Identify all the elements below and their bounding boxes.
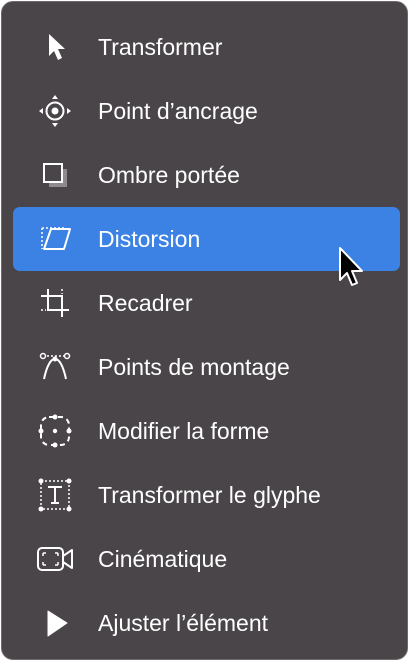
menu-item-modifier-la-forme[interactable]: Modifier la forme bbox=[13, 399, 400, 463]
edit-shape-icon bbox=[35, 411, 75, 451]
menu-item-label: Points de montage bbox=[98, 354, 290, 380]
drop-shadow-icon bbox=[35, 155, 75, 195]
menu-item-label: Transformer bbox=[98, 34, 223, 60]
transform-tools-menu: Transformer Point d’ancrage Ombre portée bbox=[1, 1, 408, 660]
menu-item-cinematique[interactable]: Cinématique bbox=[13, 527, 400, 591]
edit-points-icon bbox=[35, 347, 75, 387]
adjust-item-icon bbox=[35, 603, 75, 643]
menu-item-label: Ajuster l’élément bbox=[98, 610, 269, 636]
transform-glyph-icon bbox=[35, 475, 75, 515]
menu-item-ombre-portee[interactable]: Ombre portée bbox=[13, 143, 400, 207]
menu-item-label: Recadrer bbox=[98, 290, 193, 316]
crop-icon bbox=[35, 283, 75, 323]
ken-burns-icon bbox=[35, 539, 75, 579]
menu-item-label: Ombre portée bbox=[98, 162, 240, 188]
menu-item-label: Point d’ancrage bbox=[98, 98, 258, 124]
mouse-pointer-icon bbox=[336, 246, 366, 288]
menu-item-transformer[interactable]: Transformer bbox=[13, 15, 400, 79]
menu-item-ajuster-element[interactable]: Ajuster l’élément bbox=[13, 591, 400, 655]
menu-item-point-ancrage[interactable]: Point d’ancrage bbox=[13, 79, 400, 143]
anchor-point-icon bbox=[35, 91, 75, 131]
arrow-pointer-icon bbox=[35, 27, 75, 67]
menu-item-points-de-montage[interactable]: Points de montage bbox=[13, 335, 400, 399]
menu-item-label: Distorsion bbox=[98, 226, 201, 252]
distort-icon bbox=[35, 219, 75, 259]
menu-item-transformer-le-glyphe[interactable]: Transformer le glyphe bbox=[13, 463, 400, 527]
menu-item-label: Modifier la forme bbox=[98, 418, 270, 444]
menu-item-label: Transformer le glyphe bbox=[98, 482, 321, 508]
menu-item-label: Cinématique bbox=[98, 546, 228, 572]
